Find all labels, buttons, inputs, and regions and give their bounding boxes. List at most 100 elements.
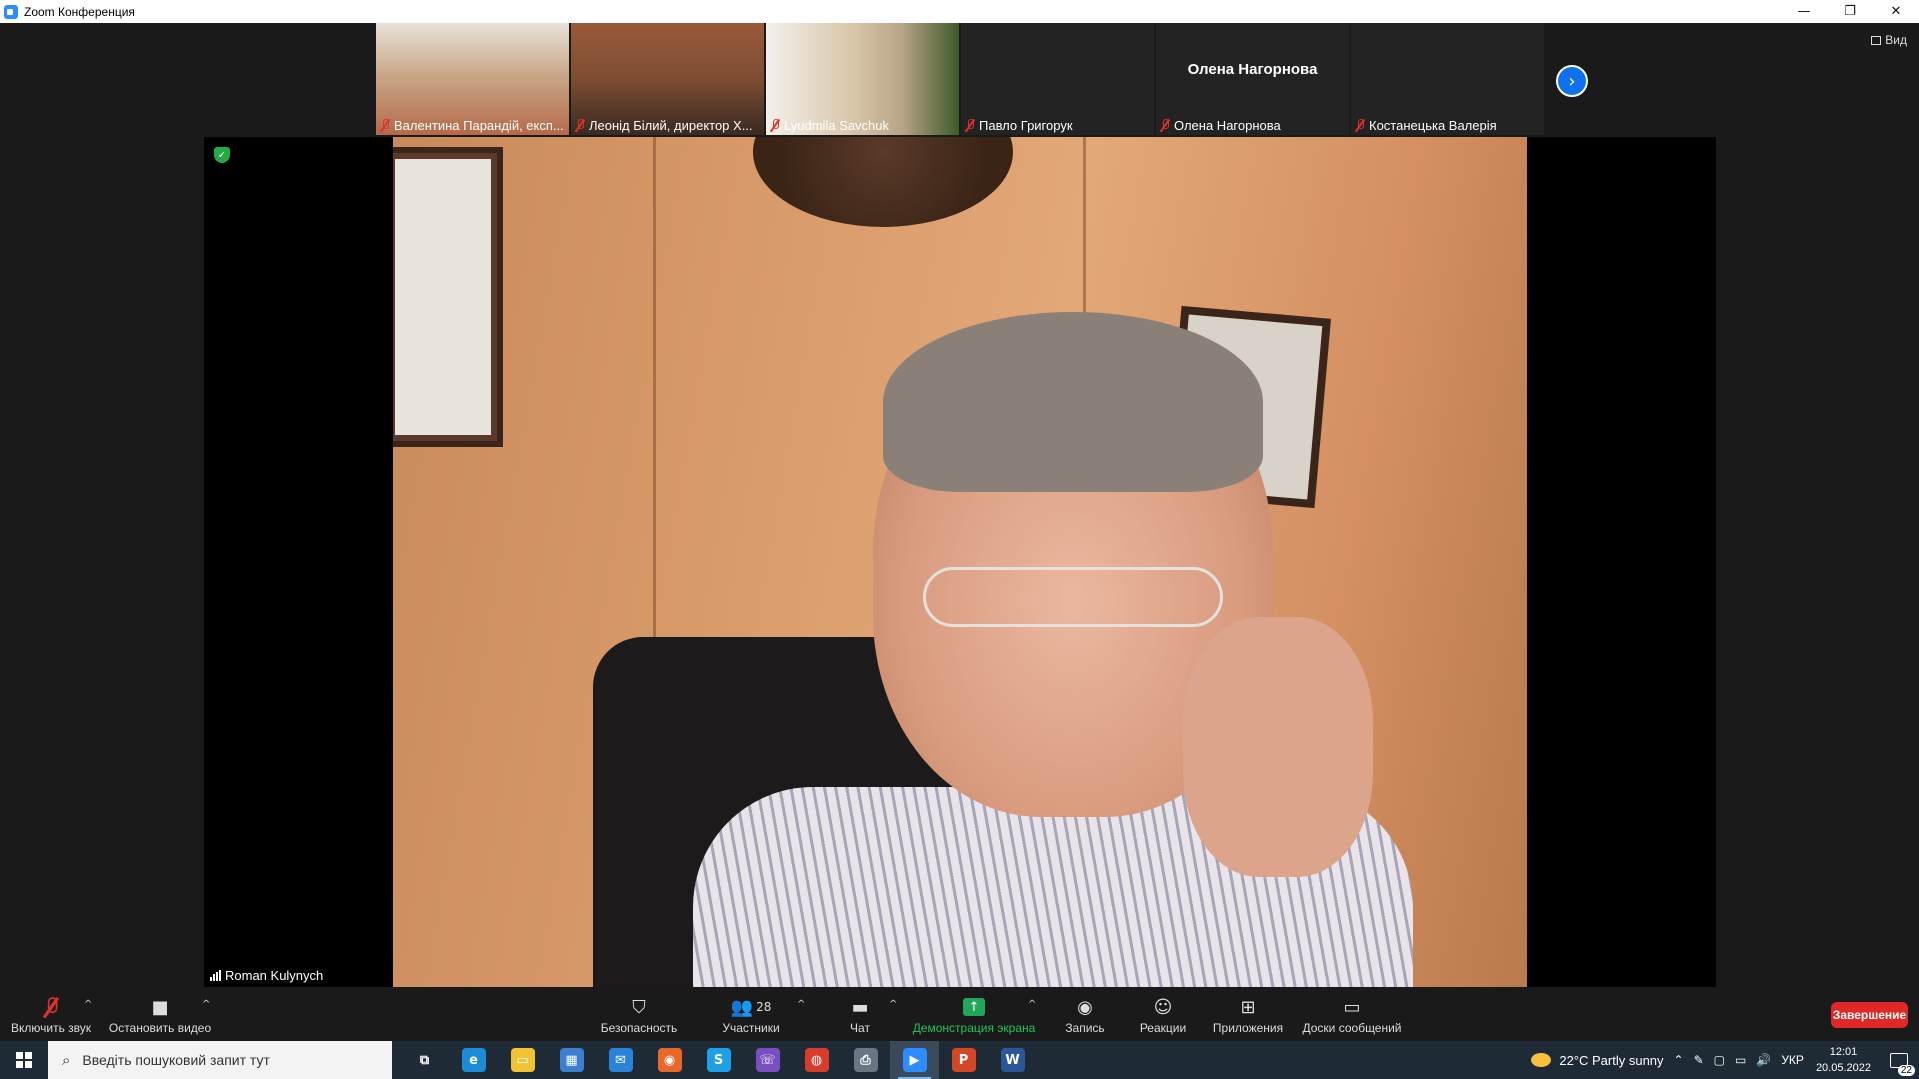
windows-logo-icon (16, 1052, 32, 1068)
view-label: Вид (1885, 33, 1907, 47)
taskbar-app[interactable]: ☏ (743, 1041, 792, 1079)
skype-icon: S (706, 1048, 731, 1072)
speaker-name: Roman Kulynych (225, 968, 324, 983)
participant-tile[interactable]: Олена Нагорнова Олена Нагорнова (1156, 23, 1349, 135)
audio-options-caret[interactable]: ^ (84, 999, 92, 1010)
muted-microphone-icon (46, 995, 58, 1019)
taskbar-app[interactable]: ▭ (498, 1041, 547, 1079)
participants-icon: 👥 28 (730, 996, 772, 1018)
meet-now-icon[interactable]: ▢ (1714, 1053, 1725, 1067)
participants-button[interactable]: 👥 28 Участники (716, 989, 786, 1041)
video-options-caret[interactable]: ^ (202, 999, 210, 1010)
minimize-button[interactable]: — (1781, 0, 1827, 23)
gallery-strip: Валентина Парандій, експ... Леонід Білий… (376, 23, 1544, 135)
title-bar: Zoom Конференция — ❐ ✕ (0, 0, 1919, 23)
clock-date: 20.05.2022 (1815, 1062, 1871, 1074)
stop-video-button[interactable]: ■ Остановить видео (106, 989, 214, 1041)
file-explorer-icon: ▭ (510, 1048, 535, 1072)
windows-taskbar: ⌕ Введіть пошуковий запит тут ⧉ e ▭ ▦ ✉ ◉ S ☏ ◍ ⎙… (0, 1041, 1919, 1079)
end-meeting-button[interactable]: Завершение (1831, 1002, 1908, 1028)
tray-chevron-up-icon[interactable]: ⌃ (1674, 1053, 1684, 1067)
firefox-icon: ◉ (657, 1048, 682, 1072)
security-label: Безопасность (600, 1021, 678, 1035)
participant-caption: Павло Григорук (965, 118, 1073, 133)
clock-time: 12:01 (1829, 1046, 1858, 1058)
active-speaker-video: ✓ Roman Kulynych (204, 137, 1716, 987)
taskbar-app[interactable]: W (988, 1041, 1037, 1079)
record-icon: ◉ (1077, 996, 1093, 1018)
share-screen-label: Демонстрация экрана (912, 1021, 1036, 1035)
apps-icon: ⊞ (1240, 996, 1256, 1018)
taskbar-app[interactable]: ✉ (596, 1041, 645, 1079)
participant-name: Леонід Білий, директор Х... (589, 118, 753, 133)
taskbar-app[interactable]: ▦ (547, 1041, 596, 1079)
speaker-hand (1183, 617, 1373, 877)
chevron-right-icon: › (1568, 70, 1576, 92)
apps-label: Приложения (1212, 1021, 1284, 1035)
shield-icon: ⛉ (632, 996, 646, 1018)
record-button[interactable]: ◉ Запись (1060, 989, 1110, 1041)
taskbar-app[interactable]: ◉ (645, 1041, 694, 1079)
participants-label: Участники (722, 1021, 780, 1035)
whiteboard-icon: ▭ (1343, 996, 1361, 1018)
security-button[interactable]: ⛉ Безопасность (598, 989, 680, 1041)
close-button[interactable]: ✕ (1873, 0, 1919, 23)
notifications-button[interactable]: 22 (1879, 1052, 1919, 1076)
participant-caption: Леонід Білий, директор Х... (575, 118, 753, 133)
chat-button[interactable]: ▬ Чат (838, 989, 882, 1041)
share-options-caret[interactable]: ^ (1028, 999, 1036, 1010)
chrome-icon: ◍ (804, 1048, 829, 1072)
taskbar-search[interactable]: ⌕ Введіть пошуковий запит тут (48, 1041, 392, 1079)
weather-text[interactable]: 22°C Partly sunny (1559, 1053, 1663, 1068)
participant-name: Костанецька Валерія (1369, 118, 1497, 133)
participant-tile[interactable]: Леонід Білий, директор Х... (571, 23, 764, 135)
share-screen-button[interactable]: ↑ Демонстрация экрана (912, 989, 1036, 1041)
meeting-toolbar: Включить звук ^ ■ Остановить видео ^ ⛉ Б… (0, 989, 1919, 1041)
volume-icon[interactable]: 🔊 (1756, 1053, 1771, 1067)
participant-name: Олена Нагорнова (1174, 118, 1281, 133)
participant-name: Павло Григорук (979, 118, 1073, 133)
edge-icon: e (461, 1048, 486, 1072)
share-screen-icon: ↑ (963, 995, 985, 1019)
taskbar-app[interactable]: ⧉ (400, 1041, 449, 1079)
next-page-button[interactable]: › (1556, 65, 1588, 97)
restore-button[interactable]: ❐ (1827, 0, 1873, 23)
window-controls: — ❐ ✕ (1781, 0, 1919, 23)
taskbar-app[interactable]: ⎙ (841, 1041, 890, 1079)
printer-icon: ⎙ (853, 1048, 878, 1072)
taskbar-app[interactable]: ▶ (890, 1041, 939, 1079)
participant-tile[interactable]: Павло Григорук (961, 23, 1154, 135)
reactions-label: Реакции (1139, 1021, 1187, 1035)
reactions-button[interactable]: ☺ Реакции (1136, 989, 1190, 1041)
whiteboards-button[interactable]: ▭ Доски сообщений (1300, 989, 1404, 1041)
participant-tile[interactable]: Валентина Парандій, експ... (376, 23, 569, 135)
network-icon[interactable]: ▭ (1735, 1053, 1746, 1067)
apps-button[interactable]: ⊞ Приложения (1210, 989, 1286, 1041)
unmute-button[interactable]: Включить звук (6, 989, 96, 1041)
whiteboards-label: Доски сообщений (1302, 1021, 1402, 1035)
speaker-hair (883, 312, 1263, 492)
encryption-shield-icon[interactable]: ✓ (214, 147, 230, 163)
participants-options-caret[interactable]: ^ (797, 999, 805, 1010)
partly-sunny-icon (1531, 1053, 1552, 1067)
taskbar-app[interactable]: S (694, 1041, 743, 1079)
search-placeholder: Введіть пошуковий запит тут (82, 1052, 270, 1068)
muted-mic-icon (1355, 119, 1365, 132)
language-indicator[interactable]: УКР (1781, 1053, 1804, 1067)
muted-mic-icon (380, 119, 390, 132)
start-button[interactable] (0, 1041, 48, 1079)
muted-mic-icon (965, 119, 975, 132)
meeting-area: Валентина Парандій, експ... Леонід Білий… (0, 23, 1919, 989)
participant-tile[interactable]: Lyudmila Savchuk (766, 23, 959, 135)
participant-display-name: Олена Нагорнова (1187, 61, 1318, 78)
taskbar-app[interactable]: ◍ (792, 1041, 841, 1079)
participant-tile[interactable]: Костанецька Валерія (1351, 23, 1544, 135)
chat-options-caret[interactable]: ^ (889, 999, 897, 1010)
speaker-video-feed (393, 137, 1527, 987)
pen-icon[interactable]: ✎ (1694, 1053, 1704, 1067)
view-button[interactable]: Вид (1871, 33, 1907, 47)
record-label: Запись (1065, 1021, 1105, 1035)
clock[interactable]: 12:01 20.05.2022 (1816, 1044, 1871, 1076)
taskbar-app[interactable]: P (939, 1041, 988, 1079)
taskbar-app[interactable]: e (449, 1041, 498, 1079)
